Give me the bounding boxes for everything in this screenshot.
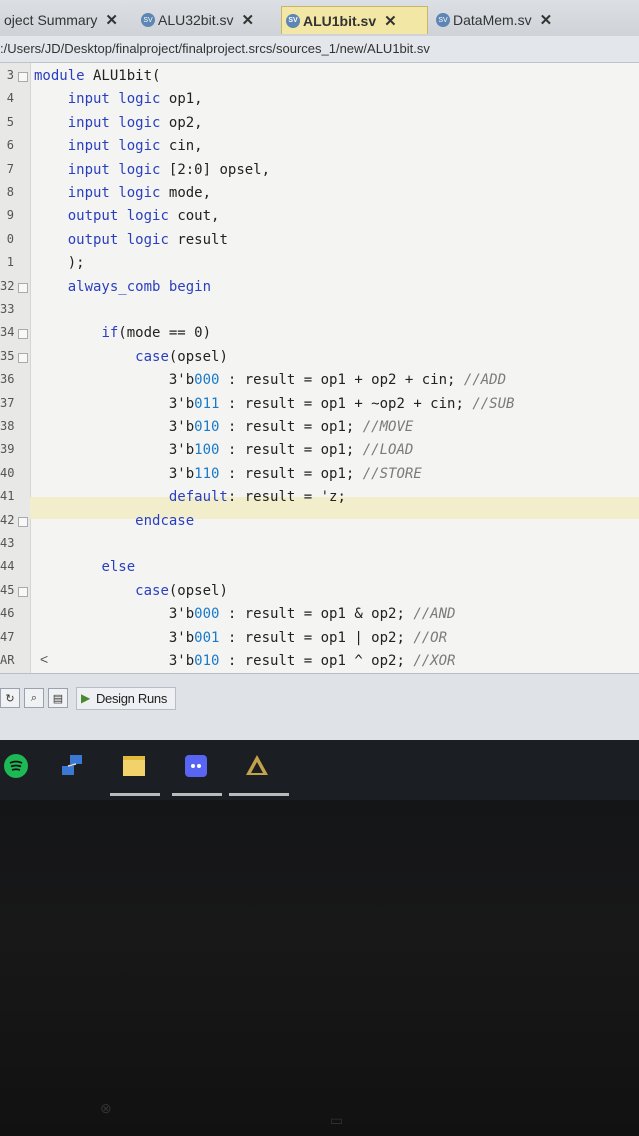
line-number: 47 xyxy=(0,629,15,644)
code-line: else xyxy=(101,559,136,576)
line-number: 40 xyxy=(0,465,15,480)
line-number: 8 xyxy=(6,185,14,199)
vivado-icon[interactable] xyxy=(243,752,271,780)
close-icon[interactable]: ✕ xyxy=(105,11,118,29)
monitor-bezel: ⊗ ▭ xyxy=(0,800,639,1136)
code-line: output logic cout, xyxy=(67,208,220,225)
code-line: 3'b010 : result = op1; //MOVE xyxy=(34,419,414,435)
tab-label: ALU32bit.sv xyxy=(158,12,234,28)
code-line: if(mode == 0) xyxy=(101,325,212,342)
code-line: output logic result xyxy=(67,231,228,248)
code-editor[interactable]: 3 module ALU1bit( 4 input logic op1, 5 inpu… xyxy=(0,63,639,673)
tab-label: ALU1bit.sv xyxy=(303,12,377,29)
refresh-icon[interactable]: ↻ xyxy=(0,688,20,708)
line-number: 42 xyxy=(0,512,15,527)
code-line: input logic op1, xyxy=(67,91,203,108)
code-line: case(opsel) xyxy=(135,348,228,365)
taskbar-active-indicator xyxy=(110,793,160,796)
code-line: 3'b000 : result = op1 + op2 + cin; //ADD xyxy=(34,372,507,389)
line-number: 37 xyxy=(0,395,15,410)
scroll-left-icon[interactable]: < xyxy=(40,651,48,667)
code-line: 3'b000 : result = op1 & op2; //AND xyxy=(34,606,456,623)
line-number: 7 xyxy=(6,161,14,176)
line-number: 38 xyxy=(0,419,15,433)
fold-toggle-icon[interactable] xyxy=(18,72,28,82)
line-number: 45 xyxy=(0,582,15,597)
line-number: 44 xyxy=(0,559,15,574)
line-number: 46 xyxy=(0,606,15,621)
tab-project-summary[interactable]: oject Summary ✕ xyxy=(0,6,135,34)
code-line: input logic mode, xyxy=(67,185,212,201)
save-icon[interactable]: ▤ xyxy=(48,688,68,708)
code-line: 3'b110 : result = op1; //STORE xyxy=(34,465,422,482)
search-icon[interactable]: ⌕ xyxy=(24,688,44,708)
line-number: 9 xyxy=(6,208,14,223)
tab-label: oject Summary xyxy=(4,12,98,28)
sv-file-icon: SV xyxy=(436,13,450,27)
code-line: endcase xyxy=(135,512,195,529)
code-line: input logic [2:0] opsel, xyxy=(67,161,271,178)
line-number: 41 xyxy=(0,489,15,504)
line-number: 4 xyxy=(6,91,14,106)
tab-label: DataMem.sv xyxy=(453,12,532,28)
line-number: 1 xyxy=(6,255,14,270)
spotify-icon[interactable] xyxy=(2,752,30,780)
power-icon: ⊗ xyxy=(100,1100,112,1116)
code-line: ); xyxy=(34,255,85,272)
line-number: AR xyxy=(0,653,15,667)
line-number: 32 xyxy=(0,278,15,293)
line-number: 3 xyxy=(6,68,14,82)
fold-toggle-icon[interactable] xyxy=(18,282,28,293)
code-line: input logic op2, xyxy=(67,114,203,131)
fold-toggle-icon[interactable] xyxy=(18,586,28,597)
code-line: input logic cin, xyxy=(67,138,203,155)
design-runs-label: Design Runs xyxy=(95,690,168,706)
vivado-window: oject Summary ✕ SV ALU32bit.sv ✕ SV ALU1… xyxy=(0,0,639,772)
fold-toggle-icon[interactable] xyxy=(18,352,28,363)
line-number: 6 xyxy=(6,138,14,153)
code-line: always_comb begin xyxy=(67,278,212,295)
code-line: case(opsel) xyxy=(135,582,228,599)
line-number-gutter xyxy=(0,63,31,673)
line-number: 0 xyxy=(6,231,14,246)
panel-toolbar: ↻ ⌕ ▤ ▶ Design Runs xyxy=(0,684,177,712)
editor-tab-bar: oject Summary ✕ SV ALU32bit.sv ✕ SV ALU1… xyxy=(0,0,639,37)
sv-file-icon: SV xyxy=(286,13,300,28)
sv-file-icon: SV xyxy=(141,13,155,27)
tab-design-runs[interactable]: ▶ Design Runs xyxy=(76,686,177,710)
taskbar-active-indicator xyxy=(229,793,289,796)
file-path-bar: :/Users/JD/Desktop/finalproject/finalpro… xyxy=(0,36,639,63)
tab-alu32bit[interactable]: SV ALU32bit.sv ✕ xyxy=(137,6,279,34)
run-arrow-icon: ▶ xyxy=(81,691,90,705)
menu-icon: ▭ xyxy=(330,1112,344,1128)
network-icon[interactable] xyxy=(58,752,86,780)
sticky-notes-icon[interactable] xyxy=(120,752,148,780)
taskbar-active-indicator xyxy=(172,793,222,796)
fold-toggle-icon[interactable] xyxy=(18,329,28,340)
code-line: 3'b001 : result = op1 | op2; //OR xyxy=(34,629,448,646)
code-line: 3'b010 : result = op1 ^ op2; //XOR xyxy=(34,653,456,669)
line-number: 34 xyxy=(0,325,15,340)
close-icon[interactable]: ✕ xyxy=(384,12,397,30)
discord-icon[interactable] xyxy=(182,752,210,780)
code-line: 3'b011 : result = op1 + ~op2 + cin; //SU… xyxy=(34,395,515,412)
tab-alu1bit[interactable]: SV ALU1bit.sv ✕ xyxy=(281,6,428,34)
windows-taskbar xyxy=(0,740,639,800)
code-line: default: result = 'z; xyxy=(168,489,346,506)
line-number: 36 xyxy=(0,372,15,387)
line-number: 35 xyxy=(0,348,15,363)
close-icon[interactable]: ✕ xyxy=(241,11,254,29)
line-number: 33 xyxy=(0,302,15,316)
line-number: 39 xyxy=(0,442,15,457)
close-icon[interactable]: ✕ xyxy=(540,11,553,29)
code-line: module ALU1bit( xyxy=(34,68,161,84)
fold-toggle-icon[interactable] xyxy=(18,516,28,527)
line-number: 43 xyxy=(0,536,15,550)
tab-datamem[interactable]: SV DataMem.sv ✕ xyxy=(432,6,582,34)
line-number: 5 xyxy=(6,114,14,129)
code-line: 3'b100 : result = op1; //LOAD xyxy=(34,442,414,459)
